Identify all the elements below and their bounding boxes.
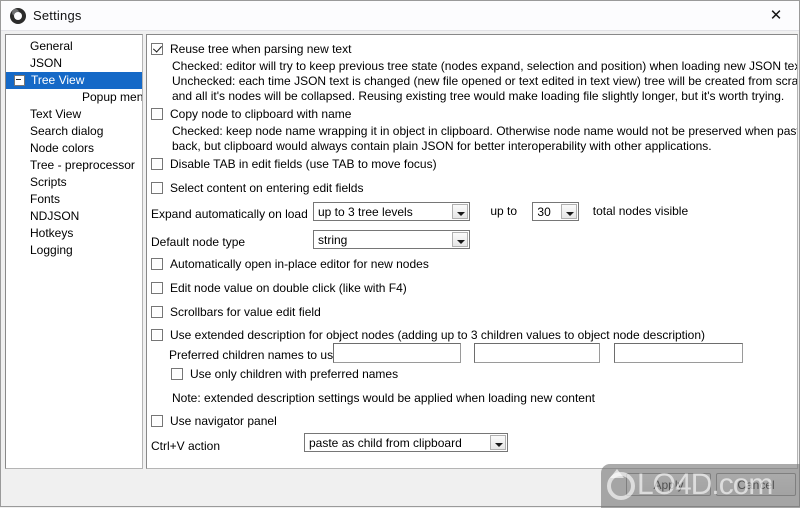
- expand-auto-value: up to 3 tree levels: [318, 205, 413, 219]
- copy-node-checkbox-row[interactable]: Copy node to clipboard with name: [151, 107, 351, 121]
- app-circle-icon: [10, 7, 26, 24]
- copy-node-checkbox[interactable]: [151, 108, 163, 120]
- scrollbars-label: Scrollbars for value edit field: [170, 305, 321, 319]
- expand-auto-count-value: 30: [537, 205, 551, 219]
- sidebar-item-logging[interactable]: Logging: [6, 242, 142, 259]
- reuse-tree-desc-line3: and all it's nodes will be collapsed. Re…: [172, 89, 785, 103]
- extended-desc-note: Note: extended description settings woul…: [172, 391, 595, 405]
- navigator-panel-checkbox-row[interactable]: Use navigator panel: [151, 414, 277, 428]
- sidebar-item-text-view[interactable]: Text View: [6, 106, 142, 123]
- reuse-tree-label: Reuse tree when parsing new text: [170, 42, 352, 56]
- sidebar-item-general[interactable]: General: [6, 38, 142, 55]
- copy-node-desc-line2: back, but clipboard would always contain…: [172, 139, 712, 153]
- edit-on-dblclick-checkbox[interactable]: [151, 282, 163, 294]
- expand-auto-select[interactable]: up to 3 tree levels: [313, 202, 470, 221]
- window-title: Settings: [33, 8, 82, 23]
- default-node-type-select[interactable]: string: [313, 230, 470, 249]
- scrollbars-checkbox[interactable]: [151, 306, 163, 318]
- navigator-panel-label: Use navigator panel: [170, 414, 277, 428]
- sidebar-item-hotkeys[interactable]: Hotkeys: [6, 225, 142, 242]
- select-content-checkbox[interactable]: [151, 182, 163, 194]
- chevron-down-icon[interactable]: [452, 204, 468, 219]
- sidebar-item-label: Tree View: [30, 72, 88, 89]
- expand-auto-label: Expand automatically on load: [151, 207, 308, 221]
- sidebar-item-label: Fonts: [30, 192, 61, 206]
- sidebar-item-label: Search dialog: [30, 124, 104, 138]
- sidebar-item-label: NDJSON: [30, 209, 80, 223]
- category-tree: General JSON Tree ViewPopup menuText View S…: [6, 35, 142, 259]
- preferred-children-label: Preferred children names to use: [169, 348, 340, 362]
- chevron-down-icon[interactable]: [490, 435, 506, 450]
- reuse-tree-desc-line2: Unchecked: each time JSON text is change…: [172, 74, 798, 88]
- preferred-children-fields: [333, 343, 743, 366]
- select-content-label: Select content on entering edit fields: [170, 181, 364, 195]
- sidebar-item-node-colors[interactable]: Node colors: [6, 140, 142, 157]
- chevron-down-icon[interactable]: [452, 232, 468, 247]
- reuse-tree-checkbox-row[interactable]: Reuse tree when parsing new text: [151, 42, 351, 56]
- only-preferred-checkbox[interactable]: [171, 368, 183, 380]
- disable-tab-checkbox[interactable]: [151, 158, 163, 170]
- auto-open-editor-label: Automatically open in-place editor for n…: [170, 257, 429, 271]
- settings-window: Settings ✕ General JSON Tree View Popup men…: [0, 0, 800, 508]
- settings-main-panel: Reuse tree when parsing new text Checked…: [146, 34, 798, 469]
- ctrl-v-select[interactable]: paste as child from clipboard: [304, 433, 508, 452]
- only-preferred-label: Use only children with preferred names: [190, 367, 399, 381]
- reuse-tree-desc-line1: Checked: editor will try to keep previou…: [172, 59, 798, 73]
- copy-node-label: Copy node to clipboard with name: [170, 107, 352, 121]
- sidebar-item-tree-preprocessor[interactable]: Tree - preprocessor: [6, 157, 142, 174]
- sidebar-item-fonts[interactable]: Fonts: [6, 191, 142, 208]
- edit-on-dblclick-label: Edit node value on double click (like wi…: [170, 281, 407, 295]
- expand-auto-mid-label: up to: [490, 203, 518, 218]
- preferred-child-field-2[interactable]: [474, 343, 601, 363]
- default-node-type-value: string: [318, 233, 348, 247]
- ctrl-v-row: paste as child from clipboard: [304, 433, 508, 452]
- edit-on-dblclick-checkbox-row[interactable]: Edit node value on double click (like wi…: [151, 281, 407, 295]
- sidebar-item-label: Scripts: [30, 175, 67, 189]
- sidebar-item-label: General: [30, 39, 73, 53]
- sidebar-item-label: Hotkeys: [30, 226, 74, 240]
- extended-desc-checkbox[interactable]: [151, 329, 163, 341]
- apply-button[interactable]: Apply: [626, 473, 711, 496]
- title-bar: Settings ✕: [1, 1, 799, 31]
- disable-tab-label: Disable TAB in edit fields (use TAB to m…: [170, 157, 437, 171]
- chevron-down-icon[interactable]: [561, 204, 578, 219]
- sidebar-item-label: Node colors: [30, 141, 95, 155]
- sidebar-item-ndjson[interactable]: NDJSON: [6, 208, 142, 225]
- ctrl-v-label: Ctrl+V action: [151, 439, 221, 453]
- disable-tab-checkbox-row[interactable]: Disable TAB in edit fields (use TAB to m…: [151, 157, 437, 171]
- expand-auto-count-select[interactable]: 30: [532, 202, 580, 221]
- expand-auto-row: up to 3 tree levels up to 30 total nodes…: [313, 202, 688, 221]
- auto-open-editor-checkbox[interactable]: [151, 258, 163, 270]
- reuse-tree-checkbox[interactable]: [151, 43, 163, 55]
- extended-desc-checkbox-row[interactable]: Use extended description for object node…: [151, 328, 705, 342]
- cancel-button[interactable]: Cancel: [716, 473, 796, 496]
- sidebar-item-json[interactable]: JSON: [6, 55, 142, 72]
- auto-open-editor-checkbox-row[interactable]: Automatically open in-place editor for n…: [151, 257, 429, 271]
- preferred-child-field-3[interactable]: [613, 343, 743, 363]
- sidebar-item-label: Tree - preprocessor: [30, 158, 135, 172]
- default-node-type-label: Default node type: [151, 235, 246, 249]
- expand-auto-suffix-label: total nodes visible: [592, 203, 689, 218]
- sidebar-item-label: Logging: [30, 243, 73, 257]
- sidebar-item-label: Text View: [30, 107, 82, 121]
- sidebar-item-tree-view[interactable]: Tree View: [6, 72, 142, 89]
- settings-category-list[interactable]: General JSON Tree ViewPopup menuText View S…: [5, 34, 143, 469]
- scrollbars-checkbox-row[interactable]: Scrollbars for value edit field: [151, 305, 321, 319]
- sidebar-item-label: JSON: [30, 56, 63, 70]
- default-node-type-row: string: [313, 230, 470, 249]
- close-icon[interactable]: ✕: [753, 1, 799, 29]
- sidebar-item-popup-menu[interactable]: Popup menu: [6, 89, 142, 106]
- sidebar-item-scripts[interactable]: Scripts: [6, 174, 142, 191]
- navigator-panel-checkbox[interactable]: [151, 415, 163, 427]
- tree-collapse-icon[interactable]: [14, 75, 25, 86]
- preferred-child-field-1[interactable]: [333, 343, 461, 363]
- copy-node-desc-line1: Checked: keep node name wrapping it in o…: [172, 124, 798, 138]
- only-preferred-checkbox-row[interactable]: Use only children with preferred names: [171, 367, 398, 381]
- extended-desc-label: Use extended description for object node…: [170, 328, 706, 342]
- select-content-checkbox-row[interactable]: Select content on entering edit fields: [151, 181, 363, 195]
- sidebar-item-label: Popup menu: [82, 90, 143, 104]
- ctrl-v-value: paste as child from clipboard: [309, 436, 462, 450]
- sidebar-item-search-dialog[interactable]: Search dialog: [6, 123, 142, 140]
